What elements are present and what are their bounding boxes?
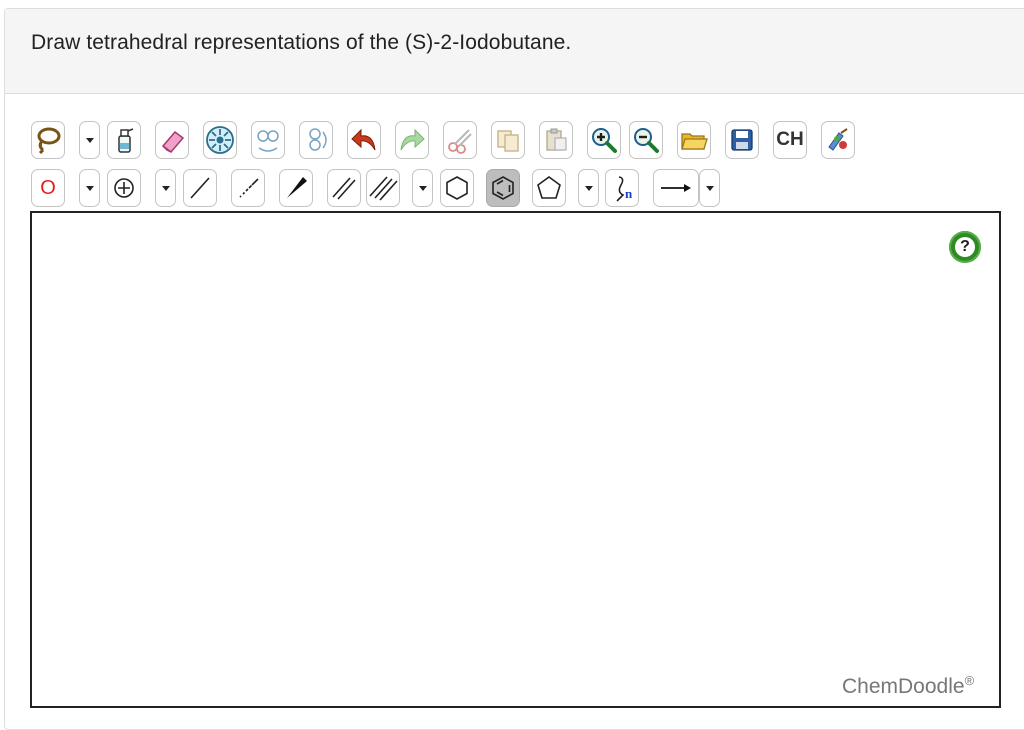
ring-dropdown-button[interactable] (578, 169, 599, 207)
question-text: Draw tetrahedral representations of the … (31, 31, 572, 54)
chevron-down-icon (161, 185, 170, 191)
undo-button[interactable] (347, 121, 381, 159)
chevron-down-icon (584, 185, 593, 191)
paste-icon (546, 128, 567, 151)
chevron-down-icon (85, 185, 94, 191)
eraser-icon (161, 130, 185, 154)
hashed-wedge-bond-icon (239, 178, 259, 198)
clear-canvas-button[interactable] (107, 121, 141, 159)
chevron-down-icon (85, 137, 94, 143)
ch-text-icon: CH (776, 129, 804, 150)
zoom-out-icon (634, 128, 659, 153)
registered-mark: ® (964, 673, 975, 688)
chain-tool-button[interactable]: n (605, 169, 639, 207)
chemdoodle-watermark: ChemDoodle® (842, 673, 974, 699)
bond-dropdown-button[interactable] (412, 169, 433, 207)
question-header: Draw tetrahedral representations of the … (5, 9, 1024, 94)
hashed-bond-button[interactable] (231, 169, 265, 207)
cyclopentane-icon (537, 176, 561, 199)
atom-dropdown-button[interactable] (79, 169, 100, 207)
single-bond-icon (190, 177, 210, 199)
atom-element-button[interactable]: O (31, 169, 65, 207)
cyclohexane-icon (446, 176, 468, 200)
positive-charge-icon (114, 178, 134, 198)
floppy-disk-icon (731, 129, 753, 151)
charge-button[interactable] (107, 169, 141, 207)
copy-icon (497, 130, 519, 152)
center-molecule-button[interactable] (203, 121, 237, 159)
lasso-dropdown-button[interactable] (79, 121, 100, 159)
charge-dropdown-button[interactable] (155, 169, 176, 207)
undo-arrow-icon (351, 128, 376, 151)
scissors-icon (448, 129, 472, 154)
triple-bond-icon (369, 176, 398, 201)
flip-vertical-button[interactable] (299, 121, 333, 159)
atom-label-text: O (40, 176, 56, 199)
arrow-right-icon (661, 184, 691, 192)
paste-button[interactable] (539, 121, 573, 159)
help-button[interactable]: ? (949, 231, 981, 263)
clean-brush-icon (828, 128, 848, 151)
chain-icon: n (616, 176, 633, 202)
zoom-in-icon (592, 128, 617, 153)
cyclopentane-button[interactable] (532, 169, 566, 207)
chain-label-text: n (625, 186, 633, 201)
copy-button[interactable] (491, 121, 525, 159)
benzene-icon (492, 176, 514, 200)
question-mark-icon: ? (955, 237, 975, 257)
cut-button[interactable] (443, 121, 477, 159)
save-button[interactable] (725, 121, 759, 159)
folder-icon (681, 133, 708, 150)
single-bond-button[interactable] (183, 169, 217, 207)
lasso-icon (37, 127, 61, 154)
lasso-tool-button[interactable] (31, 121, 65, 159)
wedge-bond-button[interactable] (279, 169, 313, 207)
flip-horizontal-icon (257, 130, 279, 152)
redo-button[interactable] (395, 121, 429, 159)
benzene-button[interactable] (486, 169, 520, 207)
double-bond-button[interactable] (327, 169, 361, 207)
double-bond-icon (332, 177, 356, 200)
zoom-out-button[interactable] (629, 121, 663, 159)
chevron-down-icon (705, 185, 714, 191)
spray-bottle-icon (118, 128, 134, 153)
center-arrows-icon (206, 126, 234, 154)
wedge-bond-icon (287, 177, 307, 198)
brand-name: ChemDoodle (842, 675, 965, 698)
eraser-button[interactable] (155, 121, 189, 159)
triple-bond-button[interactable] (366, 169, 400, 207)
chevron-down-icon (418, 185, 427, 191)
flip-vertical-icon (309, 128, 327, 151)
open-file-button[interactable] (677, 121, 711, 159)
arrow-dropdown-button[interactable] (699, 169, 720, 207)
clean-structure-button[interactable] (821, 121, 855, 159)
zoom-in-button[interactable] (587, 121, 621, 159)
drawing-canvas[interactable]: ? ChemDoodle® (30, 211, 1001, 708)
redo-arrow-icon (400, 128, 425, 151)
reaction-arrow-button[interactable] (653, 169, 699, 207)
cyclohexane-button[interactable] (440, 169, 474, 207)
hydrogen-toggle-button[interactable]: CH (773, 121, 807, 159)
flip-horizontal-button[interactable] (251, 121, 285, 159)
